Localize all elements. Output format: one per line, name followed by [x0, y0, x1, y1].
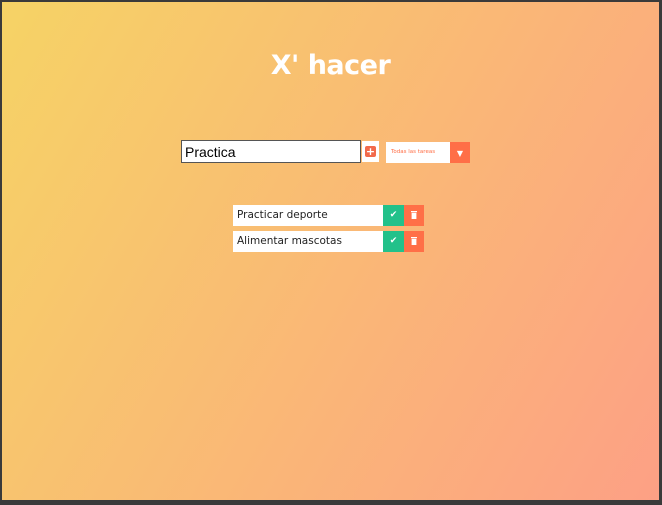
trash-icon	[411, 237, 417, 245]
trash-icon	[411, 211, 417, 219]
chevron-down-icon: ▼	[450, 142, 470, 163]
todo-text: Alimentar mascotas	[237, 235, 342, 247]
check-icon: ✔	[389, 236, 398, 246]
add-todo-button[interactable]: +	[362, 141, 379, 162]
complete-button[interactable]: ✔	[383, 205, 404, 226]
delete-button[interactable]	[404, 205, 424, 226]
check-icon: ✔	[389, 210, 398, 220]
delete-button[interactable]	[404, 231, 424, 252]
filter-selected-label: Todas las tareas	[391, 149, 436, 155]
filter-select[interactable]: Todas las tareas ▼	[386, 142, 470, 163]
todo-text: Practicar deporte	[237, 209, 328, 221]
todo-item: Alimentar mascotas ✔	[233, 231, 424, 252]
complete-button[interactable]: ✔	[383, 231, 404, 252]
app-title: X' hacer	[270, 50, 391, 82]
app-background: X' hacer + Todas las tareas ▼ Practicar …	[2, 2, 659, 500]
todo-input[interactable]	[181, 140, 361, 163]
todo-item: Practicar deporte ✔	[233, 205, 424, 226]
plus-icon: +	[365, 145, 376, 158]
todo-list: Practicar deporte ✔ Alimentar mascotas ✔	[233, 205, 424, 257]
